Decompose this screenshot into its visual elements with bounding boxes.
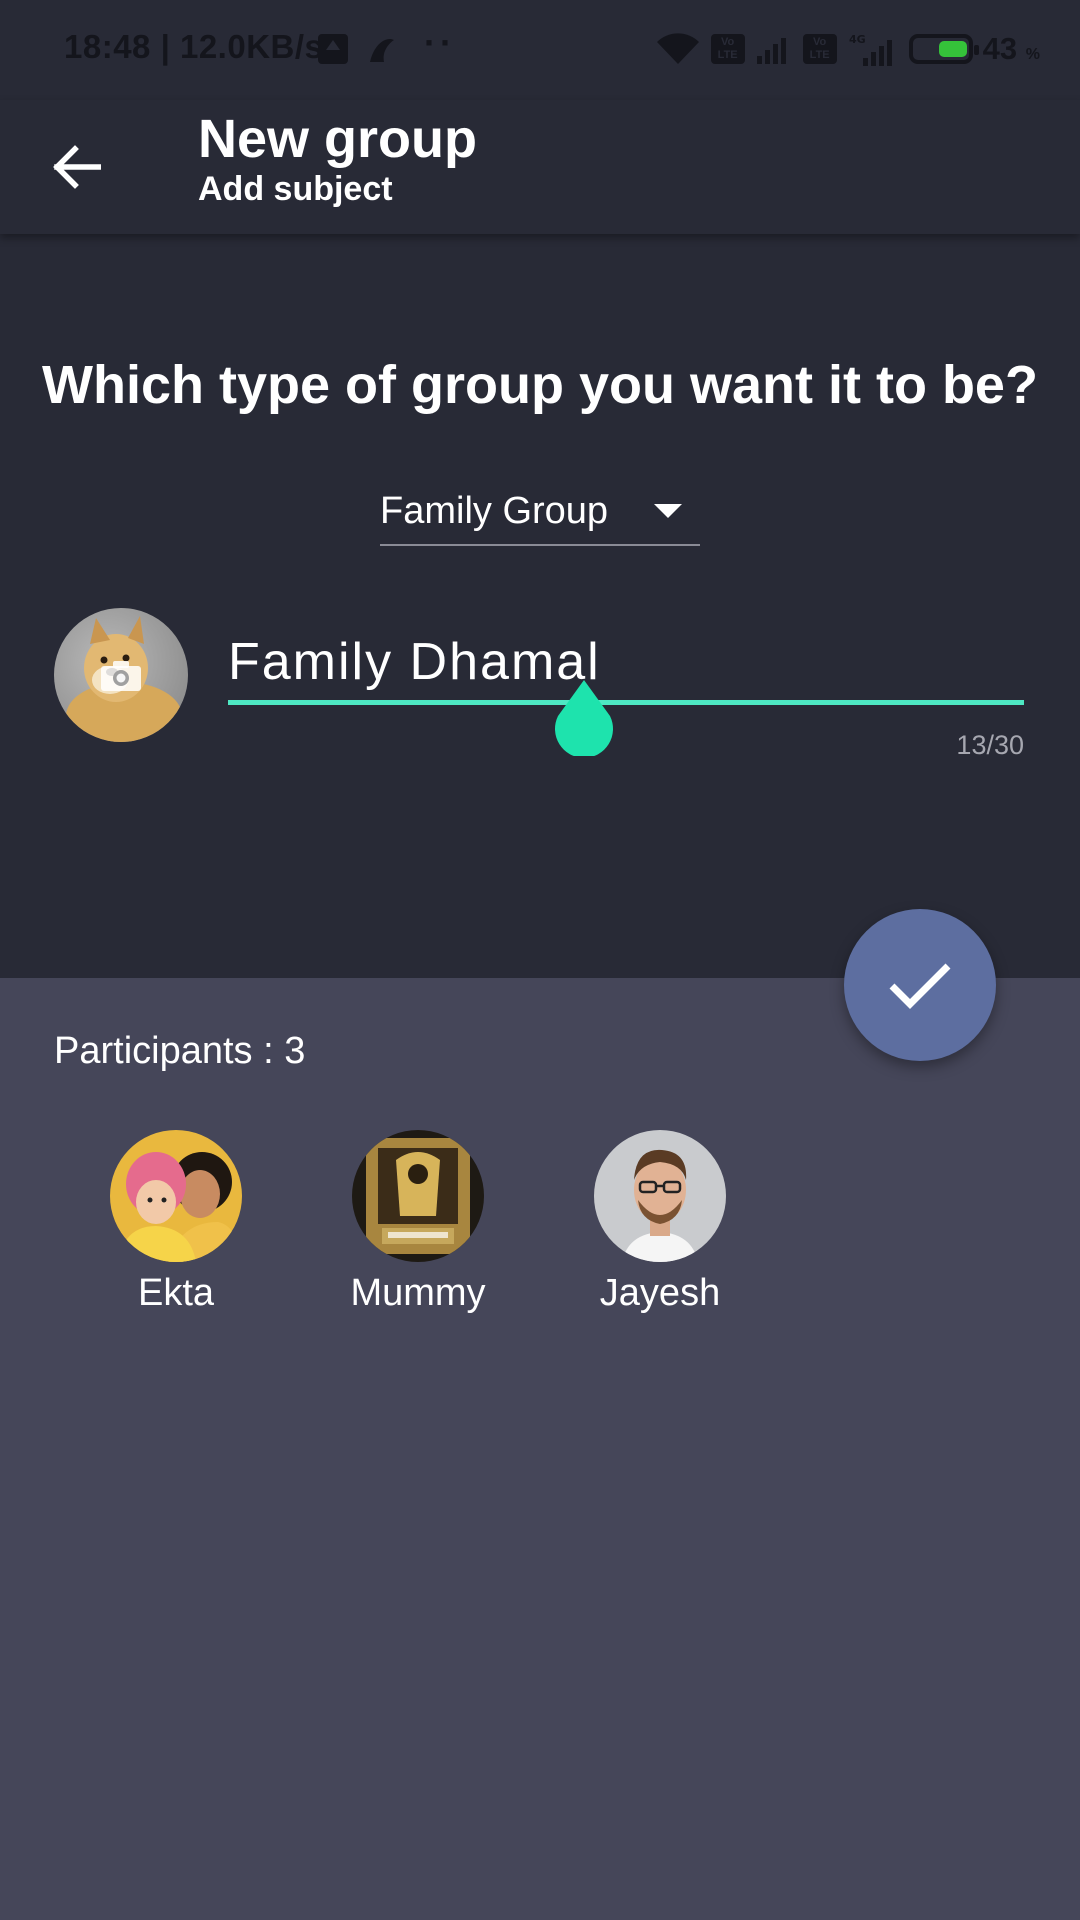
participants-count-label: Participants : 3 <box>54 1030 306 1072</box>
signal-4g-icon: 4G <box>849 33 892 66</box>
volte-icon-1: Vo LTE <box>710 34 745 64</box>
group-name-field[interactable]: 13/30 <box>228 622 1024 760</box>
participant-name: Ekta <box>137 1272 215 1314</box>
group-type-question: Which type of group you want it to be? <box>42 355 1038 415</box>
participant-photo <box>352 1130 484 1262</box>
battery-icon <box>908 34 979 64</box>
page-subtitle: Add subject <box>198 170 393 208</box>
participant-name: Mummy <box>350 1272 486 1314</box>
group-setup-panel: Which type of group you want it to be? F… <box>0 234 1080 978</box>
participant-photo <box>594 1130 726 1262</box>
group-type-selected: Family Group <box>380 490 609 532</box>
app-notification-icon <box>370 38 394 62</box>
avatar <box>352 1130 484 1262</box>
status-icons: Vo LTE Vo LTE 4G 43 % <box>655 26 1040 72</box>
confirm-create-group-button[interactable] <box>844 909 996 1061</box>
wifi-icon <box>656 33 699 64</box>
group-photo-picker[interactable] <box>54 608 188 742</box>
participant-ekta[interactable]: Ekta <box>86 1130 266 1315</box>
dropdown-arrow-icon <box>654 504 682 518</box>
participant-photo <box>110 1130 242 1262</box>
more-notifications-icon: ·· <box>424 22 456 63</box>
group-name-underline <box>228 700 1024 705</box>
svg-text:4G: 4G <box>849 33 866 46</box>
participant-jayesh[interactable]: Jayesh <box>570 1130 750 1315</box>
character-counter: 13/30 <box>956 730 1024 760</box>
group-name-input[interactable] <box>228 622 1024 702</box>
checkmark-icon <box>889 963 951 1009</box>
volte-icon-2: Vo LTE <box>802 34 837 64</box>
text-cursor-handle[interactable] <box>554 680 614 756</box>
arrow-left-icon <box>53 145 101 189</box>
group-type-dropdown[interactable]: Family Group <box>380 476 700 546</box>
battery-percent: 43 % <box>982 31 1040 66</box>
screen: 18:48 | 12.0KB/s ·· Vo LTE Vo LTE 4G 43 … <box>0 0 1080 1920</box>
participant-name: Jayesh <box>599 1272 721 1314</box>
status-bar: 18:48 | 12.0KB/s ·· Vo LTE Vo LTE 4G 43 … <box>0 0 1080 100</box>
back-button[interactable] <box>40 130 114 204</box>
app-bar: New group Add subject <box>0 100 1080 234</box>
status-time-speed: 18:48 | 12.0KB/s <box>64 28 324 65</box>
camera-icon <box>101 661 141 691</box>
avatar <box>110 1130 242 1262</box>
avatar <box>594 1130 726 1262</box>
page-title: New group <box>198 109 477 169</box>
upload-icon <box>318 34 348 64</box>
battery-level <box>938 41 967 57</box>
signal-icon-1 <box>756 38 786 64</box>
participant-mummy[interactable]: Mummy <box>328 1130 508 1315</box>
